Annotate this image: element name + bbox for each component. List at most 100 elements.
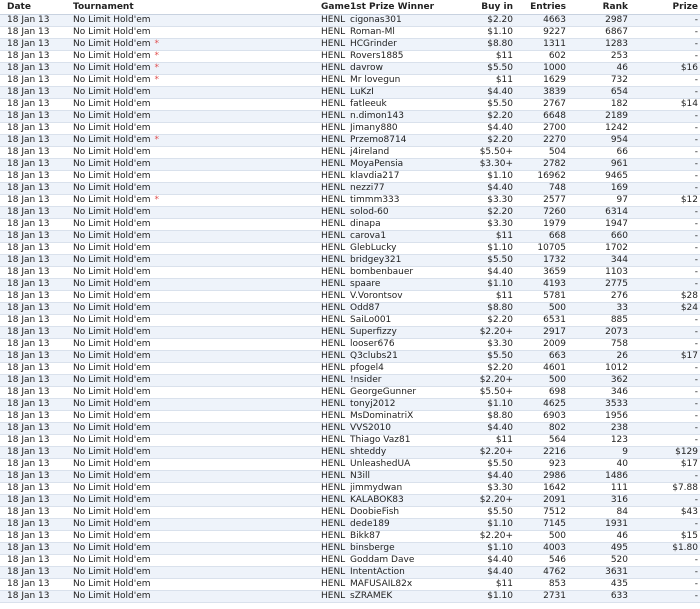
cell-tournament[interactable]: No Limit Hold'em [73, 290, 321, 303]
cell-tournament[interactable]: No Limit Hold'em [73, 362, 321, 375]
cell-tournament-text[interactable]: No Limit Hold'em [73, 471, 151, 481]
cell-tournament[interactable]: No Limit Hold'em [73, 578, 321, 591]
cell-winner[interactable]: jimmydwan [350, 482, 451, 495]
table-row[interactable]: 18 Jan 13 No Limit Hold'em HENL UnleashedUA… [0, 458, 700, 471]
table-row[interactable]: 18 Jan 13 No Limit Hold'em HENL KALABOK83 $2… [0, 494, 700, 507]
table-row[interactable]: 18 Jan 13 No Limit Hold'em HENL DoobieFish $… [0, 506, 700, 519]
header-entries[interactable]: Entries [513, 0, 566, 15]
cell-tournament[interactable]: No Limit Hold'em [73, 542, 321, 555]
cell-tournament-text[interactable]: No Limit Hold'em [73, 255, 151, 265]
cell-tournament[interactable]: No Limit Hold'em [73, 458, 321, 471]
table-row[interactable]: 18 Jan 13 No Limit Hold'em HENL Jimany880 $4… [0, 122, 700, 135]
cell-winner-text[interactable]: LuKzI [350, 87, 374, 97]
cell-tournament[interactable]: No Limit Hold'em [73, 122, 321, 135]
cell-winner[interactable]: tonyj2012 [350, 398, 451, 411]
cell-tournament-text[interactable]: No Limit Hold'em [73, 111, 151, 121]
cell-tournament-text[interactable]: No Limit Hold'em [73, 135, 151, 145]
table-row[interactable]: 18 Jan 13 No Limit Hold'em * HENL Przemo8714… [0, 134, 700, 147]
cell-winner[interactable]: SaiLo001 [350, 314, 451, 327]
cell-tournament-text[interactable]: No Limit Hold'em [73, 99, 151, 109]
cell-winner-text[interactable]: n.dimon143 [350, 111, 404, 121]
table-row[interactable]: 18 Jan 13 No Limit Hold'em * HENL Rovers1885… [0, 50, 700, 63]
cell-winner-text[interactable]: Rovers1885 [350, 51, 404, 61]
header-game[interactable]: Game [321, 0, 350, 15]
table-row[interactable]: 18 Jan 13 No Limit Hold'em HENL MoyaPensia $… [0, 158, 700, 171]
cell-tournament-text[interactable]: No Limit Hold'em [73, 363, 151, 373]
cell-winner-text[interactable]: spaare [350, 279, 380, 289]
cell-tournament-text[interactable]: No Limit Hold'em [73, 231, 151, 241]
cell-tournament[interactable]: No Limit Hold'em * [73, 194, 321, 207]
cell-tournament-text[interactable]: No Limit Hold'em [73, 159, 151, 169]
cell-tournament-text[interactable]: No Limit Hold'em [73, 447, 151, 457]
cell-tournament-text[interactable]: No Limit Hold'em [73, 591, 151, 601]
cell-winner[interactable]: looser676 [350, 338, 451, 351]
cell-tournament-text[interactable]: No Limit Hold'em [73, 243, 151, 253]
cell-tournament-text[interactable]: No Limit Hold'em [73, 27, 151, 37]
cell-winner-text[interactable]: dinapa [350, 219, 381, 229]
cell-tournament[interactable]: No Limit Hold'em [73, 242, 321, 255]
table-row[interactable]: 18 Jan 13 No Limit Hold'em HENL dinapa $3.30… [0, 218, 700, 231]
cell-tournament-text[interactable]: No Limit Hold'em [73, 183, 151, 193]
cell-winner[interactable]: VVS2010 [350, 422, 451, 435]
table-row[interactable]: 18 Jan 13 No Limit Hold'em HENL VVS2010 $4.4… [0, 422, 700, 435]
table-row[interactable]: 18 Jan 13 No Limit Hold'em HENL Odd87 $8.80 5… [0, 302, 700, 315]
cell-tournament[interactable]: No Limit Hold'em [73, 530, 321, 543]
table-row[interactable]: 18 Jan 13 No Limit Hold'em HENL GeorgeGunne… [0, 386, 700, 399]
cell-winner[interactable]: binsberge [350, 542, 451, 555]
table-row[interactable]: 18 Jan 13 No Limit Hold'em HENL fatleeuk $5.… [0, 98, 700, 111]
cell-tournament[interactable]: No Limit Hold'em [73, 98, 321, 111]
table-row[interactable]: 18 Jan 13 No Limit Hold'em HENL Q3clubs21 $5… [0, 350, 700, 363]
cell-tournament[interactable]: No Limit Hold'em [73, 590, 321, 603]
cell-tournament[interactable]: No Limit Hold'em [73, 506, 321, 519]
table-row[interactable]: 18 Jan 13 No Limit Hold'em HENL Roman-Ml $1.… [0, 26, 700, 39]
cell-winner[interactable]: Przemo8714 [350, 134, 451, 147]
table-row[interactable]: 18 Jan 13 No Limit Hold'em HENL GlebLucky $1… [0, 242, 700, 255]
cell-winner-text[interactable]: dede189 [350, 519, 390, 529]
cell-tournament[interactable]: No Limit Hold'em [73, 554, 321, 567]
cell-tournament[interactable]: No Limit Hold'em [73, 110, 321, 123]
cell-tournament[interactable]: No Limit Hold'em [73, 278, 321, 291]
cell-tournament[interactable]: No Limit Hold'em [73, 482, 321, 495]
table-row[interactable]: 18 Jan 13 No Limit Hold'em * HENL davrow $5.5… [0, 62, 700, 75]
cell-tournament-text[interactable]: No Limit Hold'em [73, 303, 151, 313]
table-row[interactable]: 18 Jan 13 No Limit Hold'em HENL n.dimon143 $… [0, 110, 700, 123]
header-buyin[interactable]: Buy in [451, 0, 513, 15]
cell-winner-text[interactable]: Przemo8714 [350, 135, 406, 145]
table-row[interactable]: 18 Jan 13 No Limit Hold'em HENL looser676 $3… [0, 338, 700, 351]
cell-tournament[interactable]: No Limit Hold'em * [73, 134, 321, 147]
cell-winner-text[interactable]: davrow [350, 63, 383, 73]
cell-winner-text[interactable]: looser676 [350, 339, 395, 349]
cell-tournament[interactable]: No Limit Hold'em [73, 434, 321, 447]
cell-winner-text[interactable]: jimmydwan [350, 483, 402, 493]
header-date[interactable]: Date [0, 0, 73, 15]
table-row[interactable]: 18 Jan 13 No Limit Hold'em * HENL timmm333 $3… [0, 194, 700, 207]
cell-winner-text[interactable]: MAFUSAIL82x [350, 579, 412, 589]
cell-winner[interactable]: cigonas301 [350, 14, 451, 27]
cell-winner-text[interactable]: MsDominatriX [350, 411, 413, 421]
table-row[interactable]: 18 Jan 13 No Limit Hold'em HENL nezzi77 $4.4… [0, 182, 700, 195]
cell-tournament[interactable]: No Limit Hold'em [73, 314, 321, 327]
cell-winner[interactable]: KALABOK83 [350, 494, 451, 507]
cell-tournament-text[interactable]: No Limit Hold'em [73, 123, 151, 133]
cell-tournament-text[interactable]: No Limit Hold'em [73, 147, 151, 157]
cell-winner-text[interactable]: KALABOK83 [350, 495, 404, 505]
table-row[interactable]: 18 Jan 13 No Limit Hold'em HENL tonyj2012 $1… [0, 398, 700, 411]
table-row[interactable]: 18 Jan 13 No Limit Hold'em HENL spaare $1.10… [0, 278, 700, 291]
cell-tournament-text[interactable]: No Limit Hold'em [73, 51, 151, 61]
cell-winner[interactable]: nezzi77 [350, 182, 451, 195]
cell-tournament-text[interactable]: No Limit Hold'em [73, 495, 151, 505]
cell-tournament-text[interactable]: No Limit Hold'em [73, 351, 151, 361]
table-row[interactable]: 18 Jan 13 No Limit Hold'em HENL j4ireland $5… [0, 146, 700, 159]
cell-winner-text[interactable]: UnleashedUA [350, 459, 410, 469]
cell-tournament[interactable]: No Limit Hold'em [73, 350, 321, 363]
cell-winner-text[interactable]: V.Vorontsov [350, 291, 403, 301]
table-row[interactable]: 18 Jan 13 No Limit Hold'em HENL shteddy $2.2… [0, 446, 700, 459]
cell-tournament[interactable]: No Limit Hold'em [73, 206, 321, 219]
cell-winner-text[interactable]: timmm333 [350, 195, 400, 205]
cell-winner[interactable]: Superfizzy [350, 326, 451, 339]
cell-tournament-text[interactable]: No Limit Hold'em [73, 207, 151, 217]
cell-tournament[interactable]: No Limit Hold'em * [73, 62, 321, 75]
cell-tournament-text[interactable]: No Limit Hold'em [73, 279, 151, 289]
cell-tournament[interactable]: No Limit Hold'em * [73, 38, 321, 51]
cell-winner-text[interactable]: nezzi77 [350, 183, 385, 193]
